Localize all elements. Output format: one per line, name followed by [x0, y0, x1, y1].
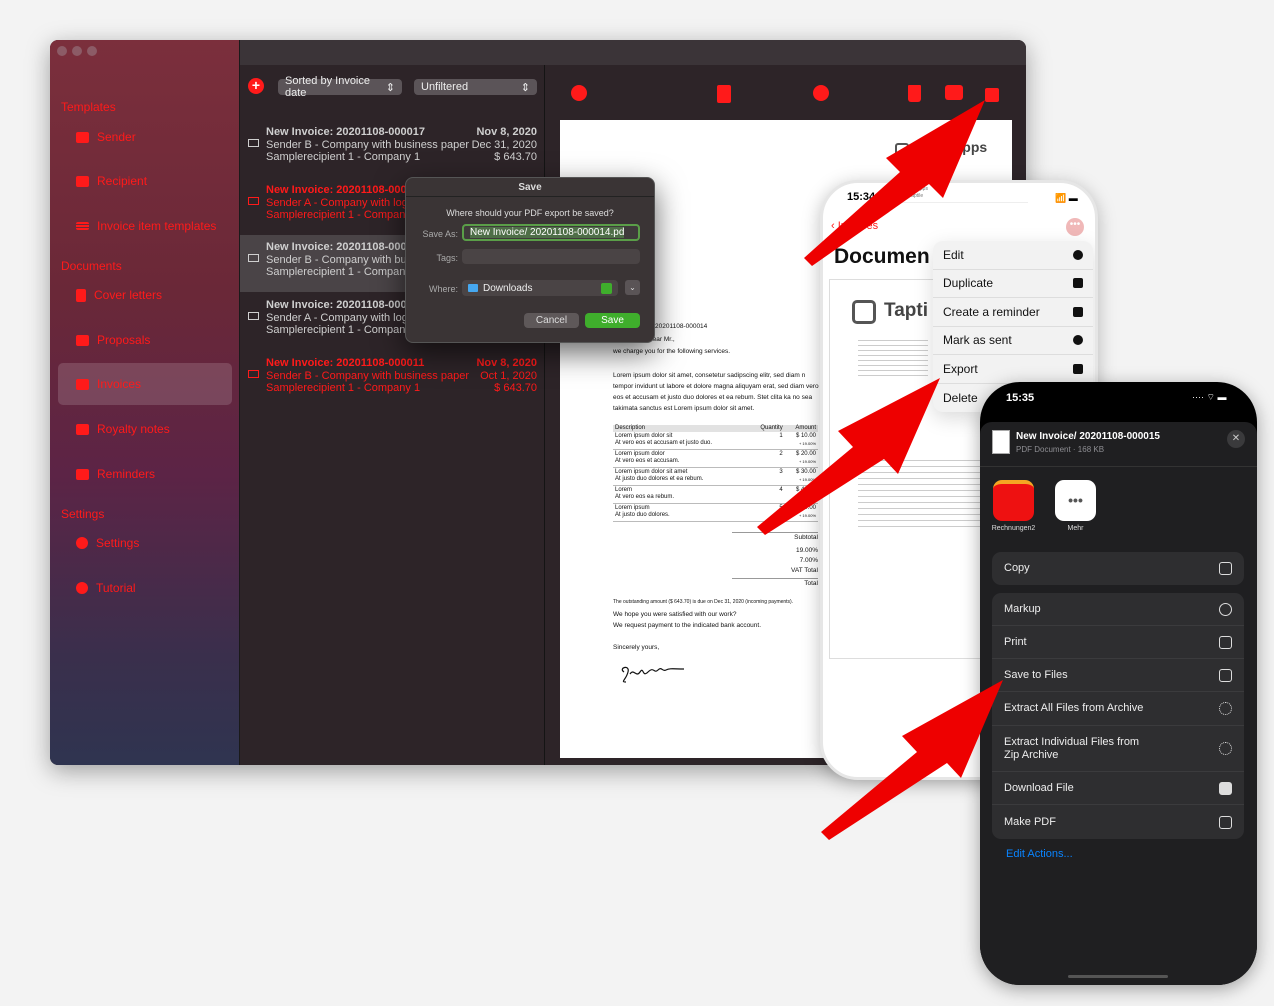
arrow-to-export-item — [757, 378, 940, 535]
arrow-to-save-to-files — [821, 680, 1003, 840]
annotation-arrows — [757, 100, 1003, 840]
arrow-to-share-icon — [804, 100, 985, 266]
